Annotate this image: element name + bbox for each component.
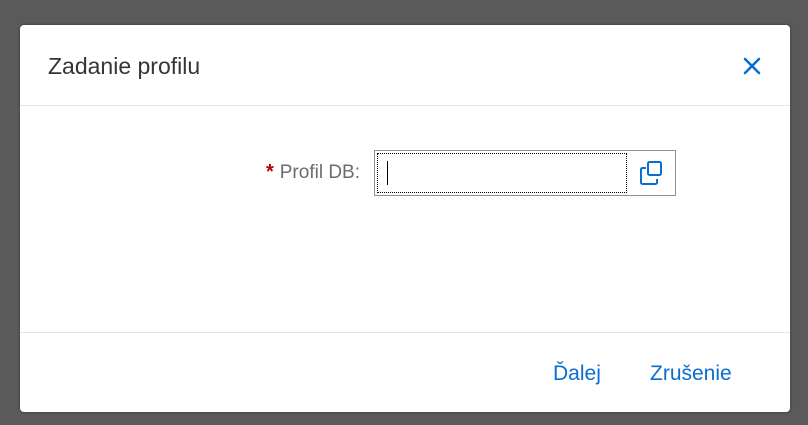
- next-button[interactable]: Ďalej: [553, 361, 601, 387]
- text-caret: [387, 161, 388, 185]
- value-help-icon: [640, 161, 662, 185]
- profile-db-input[interactable]: [377, 153, 627, 193]
- cancel-button[interactable]: Zrušenie: [650, 361, 732, 387]
- profile-db-field-row: * Profil DB:: [220, 150, 700, 196]
- dialog-title: Zadanie profilu: [48, 53, 201, 79]
- profile-db-label: * Profil DB:: [220, 160, 360, 185]
- profile-db-label-text: Profil DB:: [279, 162, 360, 183]
- close-button[interactable]: [738, 52, 766, 80]
- dialog-footer: Ďalej Zrušenie: [20, 332, 790, 412]
- dialog-header: Zadanie profilu: [20, 25, 790, 106]
- close-icon: [743, 57, 761, 75]
- profile-db-input-wrapper: [374, 150, 676, 196]
- dialog-content: * Profil DB:: [20, 106, 790, 332]
- required-marker: *: [265, 161, 274, 183]
- value-help-button[interactable]: [637, 160, 665, 186]
- profile-dialog: Zadanie profilu * Profil DB: Ďalej Zruše…: [20, 25, 790, 412]
